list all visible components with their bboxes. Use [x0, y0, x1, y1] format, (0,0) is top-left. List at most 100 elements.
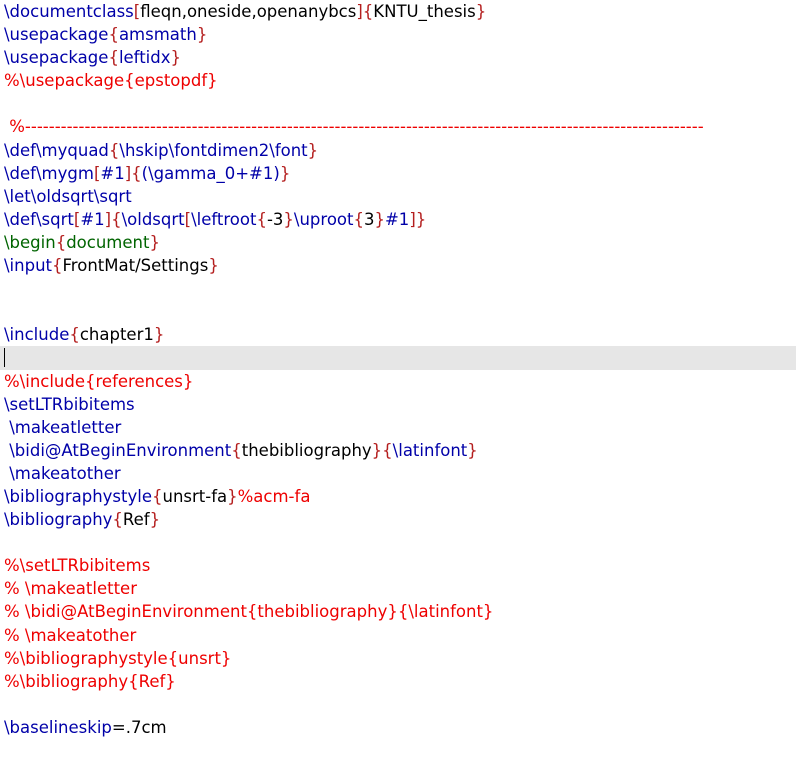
code-token-cmd: \def\myquad: [4, 140, 109, 160]
code-line[interactable]: \include{chapter1}: [4, 323, 796, 346]
code-line[interactable]: \usepackage{amsmath}: [4, 23, 796, 46]
code-lines[interactable]: \documentclass[fleqn,oneside,openanybcs]…: [0, 0, 796, 739]
code-token-brace: }: [307, 140, 319, 160]
code-line[interactable]: ​: [4, 92, 796, 115]
code-token-cmd: \def\mygm: [4, 163, 94, 183]
code-token-cmd: \let\oldsqrt\sqrt: [4, 186, 132, 206]
code-token-cmd: #1: [100, 163, 125, 183]
code-line[interactable]: %\setLTRbibitems: [4, 554, 796, 577]
code-token-comment: %\bibliographystyle{unsrt}: [4, 648, 232, 668]
code-token-comment: %---------------------------------------…: [4, 117, 704, 137]
code-line[interactable]: \bidi@AtBeginEnvironment{thebibliography…: [4, 439, 796, 462]
code-line[interactable]: \makeatletter: [4, 416, 796, 439]
code-token-cmd: \makeatletter: [4, 417, 122, 437]
code-token-cmd: \setLTRbibitems: [4, 394, 135, 414]
code-line[interactable]: % \makeatletter: [4, 577, 796, 600]
code-line[interactable]: \def\myquad{\hskip\fontdimen2\font}: [4, 139, 796, 162]
code-token-cmd: \documentclass: [4, 2, 134, 21]
code-token-brace: }: [208, 256, 219, 276]
code-token-text: KNTU_thesis: [373, 2, 476, 21]
code-line[interactable]: \bibliography{Ref}: [4, 508, 796, 531]
code-token-env: document: [66, 232, 150, 252]
code-token-cmd: \bidi@AtBeginEnvironment: [4, 440, 232, 460]
code-token-brace: ]{: [356, 2, 374, 21]
code-token-cmd: \oldsqrt: [121, 209, 185, 229]
code-token-brace: }: [196, 25, 208, 45]
code-token-cmd: #1: [80, 209, 105, 229]
code-token-cmd: \uproot: [293, 209, 354, 229]
code-token-cmd: amsmath: [118, 25, 197, 45]
code-line[interactable]: %\bibliographystyle{unsrt}: [4, 647, 796, 670]
code-token-brace: {: [108, 25, 119, 45]
code-line[interactable]: \begin{document}: [4, 231, 796, 254]
code-editor[interactable]: \documentclass[fleqn,oneside,openanybcs]…: [0, 0, 796, 765]
code-token-brace: }: [149, 510, 161, 530]
code-line[interactable]: % \makeatother: [4, 624, 796, 647]
code-token-text: -3: [266, 209, 284, 229]
code-token-brace: {: [112, 510, 123, 530]
code-token-brace: }: [374, 209, 385, 229]
code-token-text: Ref: [122, 510, 150, 530]
code-token-cmd: \usepackage: [4, 25, 109, 45]
code-token-brace: {: [256, 209, 267, 229]
code-line[interactable]: ​: [4, 300, 796, 323]
code-token-cmd: leftidx: [118, 48, 171, 68]
code-line[interactable]: %\bibliography{Ref}: [4, 670, 796, 693]
code-line[interactable]: %---------------------------------------…: [4, 115, 796, 138]
code-line[interactable]: % \bidi@AtBeginEnvironment{thebibliograp…: [4, 600, 796, 623]
code-line[interactable]: \def\mygm[#1]{(\gamma_0+#1)}: [4, 162, 796, 185]
code-line[interactable]: ​: [4, 277, 796, 300]
code-token-brace: {: [69, 325, 80, 345]
code-token-brace: }: [467, 440, 478, 460]
code-token-comment: % \makeatother: [4, 625, 137, 645]
code-token-brace: }: [279, 163, 291, 183]
code-token-cmd: \bibliographystyle: [4, 486, 152, 506]
code-token-cmd: (\gamma_0+#1): [141, 163, 280, 183]
code-token-brace: {: [52, 256, 63, 276]
code-token-brace: {: [151, 486, 163, 506]
code-line[interactable]: %\usepackage{epstopdf}: [4, 69, 796, 92]
code-token-brace: {: [108, 48, 119, 68]
code-token-comment: %\setLTRbibitems: [4, 556, 151, 576]
code-line[interactable]: \input{FrontMat/Settings}: [4, 254, 796, 277]
code-token-cmd: \hskip\fontdimen2\font: [119, 140, 308, 160]
code-line[interactable]: \bibliographystyle{unsrt-fa}%acm-fa: [4, 485, 796, 508]
code-token-cmd: \leftroot: [191, 209, 257, 229]
code-token-cmd: #1: [384, 209, 410, 229]
code-token-comment: %\usepackage{epstopdf}: [4, 71, 218, 91]
code-line[interactable]: ​: [4, 531, 796, 554]
code-token-text: chapter1: [79, 325, 154, 345]
code-line[interactable]: \makeatother: [4, 462, 796, 485]
code-token-comment: %acm-fa: [237, 486, 311, 506]
code-line[interactable]: \usepackage{leftidx}: [4, 46, 796, 69]
code-token-brace: }: [227, 486, 238, 506]
code-token-cmd: \input: [4, 256, 53, 276]
code-line[interactable]: ​: [4, 693, 796, 716]
code-token-brace: }: [283, 209, 294, 229]
code-line[interactable]: \let\oldsqrt\sqrt: [4, 185, 796, 208]
code-token-text: FrontMat/Settings: [62, 256, 209, 276]
code-token-brace: {: [353, 209, 364, 229]
code-token-brace: {: [231, 440, 242, 460]
code-token-comment: %\bibliography{Ref}: [4, 671, 176, 691]
code-token-env: \begin: [4, 232, 56, 252]
code-token-comment: %\include{references}: [4, 371, 194, 391]
code-token-brace: }{: [371, 440, 393, 460]
code-token-brace: }: [475, 2, 487, 21]
code-token-cmd: \def\sqrt: [4, 209, 74, 229]
code-token-comment: % \bidi@AtBeginEnvironment{thebibliograp…: [4, 602, 494, 622]
code-line[interactable]: %\include{references}: [4, 370, 796, 393]
code-token-text: unsrt-fa: [162, 486, 228, 506]
code-token-cmd: \latinfont: [392, 440, 468, 460]
code-line[interactable]: \setLTRbibitems: [4, 393, 796, 416]
code-token-brace: ]{: [124, 163, 142, 183]
code-line[interactable]: \documentclass[fleqn,oneside,openanybcs]…: [4, 0, 796, 23]
code-token-comment: % \makeatletter: [4, 579, 137, 599]
code-line[interactable]: \baselineskip=.7cm: [4, 716, 796, 739]
code-token-brace: }: [170, 48, 181, 68]
code-line[interactable]: \def\sqrt[#1]{\oldsqrt[\leftroot{-3}\upr…: [4, 208, 796, 231]
current-line[interactable]: [0, 346, 796, 370]
code-token-cmd: \makeatother: [4, 463, 121, 483]
code-token-text: =.7cm: [111, 717, 167, 737]
code-token-brace: }: [149, 232, 160, 252]
